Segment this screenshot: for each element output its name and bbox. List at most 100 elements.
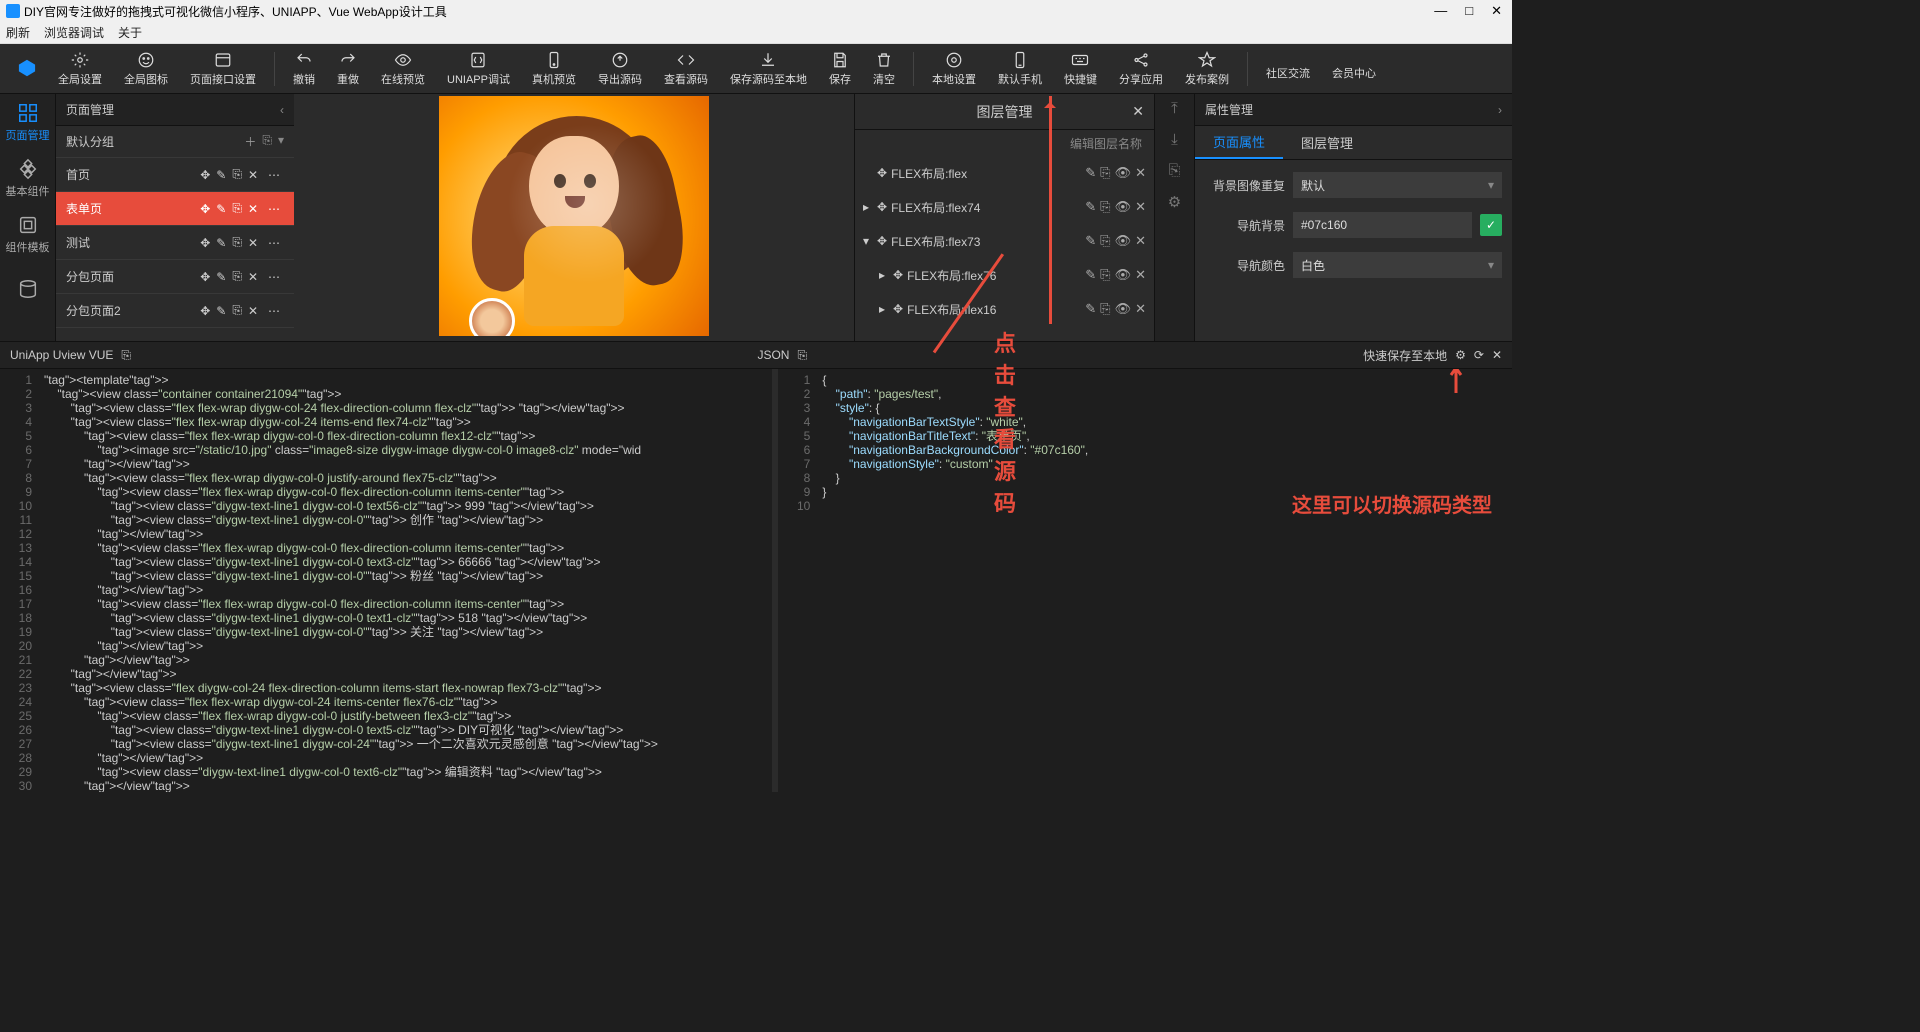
tab-layer-manage[interactable]: 图层管理 (1283, 126, 1371, 159)
layer-item[interactable]: ▾✥FLEX布局:flex73✎⎘👁✕ (855, 224, 1154, 258)
code-pane-right[interactable]: 12345678910 { "path": "pages/test", "sty… (778, 369, 1512, 792)
logo-button[interactable] (8, 55, 46, 83)
tab-basic-components[interactable]: 基本组件 (0, 150, 55, 206)
edit-icon[interactable]: ✎ (216, 236, 226, 250)
page-api-settings-button[interactable]: 页面接口设置 (180, 47, 266, 91)
edit-icon[interactable]: ✎ (1085, 267, 1096, 283)
move-down-icon[interactable]: ⤓ (1171, 131, 1178, 148)
delete-icon[interactable]: ✕ (248, 236, 258, 250)
copy-icon[interactable]: ⎘ (797, 348, 807, 363)
delete-icon[interactable]: ✕ (1135, 199, 1146, 215)
delete-icon[interactable]: ✕ (248, 270, 258, 284)
delete-icon[interactable]: ✕ (248, 202, 258, 216)
publish-case-button[interactable]: 发布案例 (1175, 47, 1239, 91)
delete-icon[interactable]: ✕ (1135, 165, 1146, 181)
delete-icon[interactable]: ✕ (1135, 301, 1146, 317)
maximize-button[interactable]: □ (1465, 3, 1473, 19)
menu-refresh[interactable]: 刷新 (6, 24, 30, 41)
visibility-icon[interactable]: 👁 (1115, 267, 1132, 283)
copy-icon[interactable]: ⎘ (1100, 267, 1110, 283)
code-pane-left[interactable]: 1234567891011121314151617181920212223242… (0, 369, 772, 792)
tab-database[interactable] (0, 262, 55, 318)
edit-icon[interactable]: ✎ (1085, 165, 1096, 181)
more-icon[interactable]: ⋯ (264, 270, 284, 284)
edit-icon[interactable]: ✎ (1085, 301, 1096, 317)
delete-icon[interactable]: ✕ (1135, 233, 1146, 249)
delete-icon[interactable]: ✕ (248, 168, 258, 182)
add-icon[interactable]: ＋ (244, 133, 256, 150)
phone-preview[interactable] (439, 96, 709, 336)
expand-icon[interactable]: › (1498, 103, 1502, 117)
move-icon[interactable]: ✥ (200, 202, 210, 216)
export-source-button[interactable]: 导出源码 (588, 47, 652, 91)
copy-icon[interactable]: ⎘ (1100, 165, 1110, 181)
layer-item[interactable]: ▸✥FLEX布局:flex16✎⎘👁✕ (855, 292, 1154, 326)
copy-icon[interactable]: ⎘ (1100, 233, 1110, 249)
edit-icon[interactable]: ✎ (1085, 199, 1096, 215)
share-app-button[interactable]: 分享应用 (1109, 47, 1173, 91)
json-type-label[interactable]: JSON (757, 348, 789, 362)
copy-icon[interactable]: ⎘ (232, 201, 242, 216)
layer-edit-name-link[interactable]: 编辑图层名称 (855, 130, 1154, 156)
local-settings-button[interactable]: 本地设置 (922, 47, 986, 91)
edit-icon[interactable]: ✎ (216, 202, 226, 216)
move-icon[interactable]: ✥ (877, 234, 887, 248)
refresh-icon[interactable]: ⟳ (1474, 348, 1484, 362)
gear-icon[interactable]: ⚙ (1455, 348, 1466, 362)
page-row[interactable]: 表单页✥✎⎘✕⋯ (56, 192, 294, 226)
move-icon[interactable]: ✥ (893, 302, 903, 316)
global-icons-button[interactable]: 全局图标 (114, 47, 178, 91)
tab-page-manage[interactable]: 页面管理 (0, 94, 55, 150)
save-source-local-button[interactable]: 保存源码至本地 (720, 47, 817, 91)
edit-icon[interactable]: ✎ (216, 168, 226, 182)
global-settings-button[interactable]: 全局设置 (48, 47, 112, 91)
edit-icon[interactable]: ✎ (216, 270, 226, 284)
move-icon[interactable]: ✥ (877, 200, 887, 214)
more-icon[interactable]: ⋯ (264, 304, 284, 318)
nav-color-select[interactable]: 白色▾ (1293, 252, 1502, 278)
layer-item[interactable]: ▸✥FLEX布局:flex76✎⎘👁✕ (855, 258, 1154, 292)
paste-icon[interactable]: ⎘ (262, 133, 272, 150)
visibility-icon[interactable]: 👁 (1115, 165, 1132, 181)
nav-bg-input[interactable]: #07c160 (1293, 212, 1472, 238)
copy-icon[interactable]: ⎘ (121, 348, 131, 363)
move-icon[interactable]: ✥ (893, 268, 903, 282)
move-icon[interactable]: ✥ (200, 236, 210, 250)
menu-about[interactable]: 关于 (118, 24, 142, 41)
edit-icon[interactable]: ✎ (216, 304, 226, 318)
visibility-icon[interactable]: 👁 (1115, 301, 1132, 317)
check-icon[interactable]: ✓ (1480, 214, 1502, 236)
save-button[interactable]: 保存 (819, 47, 861, 91)
community-link[interactable]: 社区交流 (1256, 53, 1320, 85)
tab-page-props[interactable]: 页面属性 (1195, 126, 1283, 159)
visibility-icon[interactable]: 👁 (1115, 199, 1132, 215)
copy-icon[interactable]: ⎘ (232, 167, 242, 182)
copy-icon[interactable]: ⎘ (232, 269, 242, 284)
page-row[interactable]: 首页✥✎⎘✕⋯ (56, 158, 294, 192)
move-icon[interactable]: ✥ (200, 304, 210, 318)
visibility-icon[interactable]: 👁 (1115, 233, 1132, 249)
page-row[interactable]: 测试✥✎⎘✕⋯ (56, 226, 294, 260)
collapse-icon[interactable]: ‹ (280, 103, 284, 117)
more-icon[interactable]: ⋯ (264, 168, 284, 182)
real-device-preview-button[interactable]: 真机预览 (522, 47, 586, 91)
layer-item[interactable]: ▸✥FLEX布局:flex74✎⎘👁✕ (855, 190, 1154, 224)
delete-icon[interactable]: ✕ (1135, 267, 1146, 283)
bg-repeat-select[interactable]: 默认▾ (1293, 172, 1502, 198)
shortcuts-button[interactable]: 快捷键 (1054, 47, 1107, 91)
tab-component-templates[interactable]: 组件模板 (0, 206, 55, 262)
copy-icon[interactable]: ⎘ (232, 235, 242, 250)
close-icon[interactable]: ✕ (1132, 103, 1144, 120)
more-icon[interactable]: ⋯ (264, 236, 284, 250)
member-center-link[interactable]: 会员中心 (1322, 53, 1386, 85)
move-top-icon[interactable]: ⤒ (1171, 100, 1178, 117)
page-group-row[interactable]: 默认分组 ＋⎘▾ (56, 126, 294, 158)
quick-save-label[interactable]: 快速保存至本地 (1363, 347, 1447, 364)
copy-icon[interactable]: ⎘ (232, 303, 242, 318)
close-icon[interactable]: ✕ (1492, 348, 1502, 362)
uniapp-debug-button[interactable]: UNIAPP调试 (437, 47, 520, 91)
menu-browser-debug[interactable]: 浏览器调试 (44, 24, 104, 41)
close-button[interactable]: ✕ (1491, 3, 1502, 19)
page-row[interactable]: 分包页面2✥✎⎘✕⋯ (56, 294, 294, 328)
code-type-label[interactable]: UniApp Uview VUE (10, 348, 113, 362)
